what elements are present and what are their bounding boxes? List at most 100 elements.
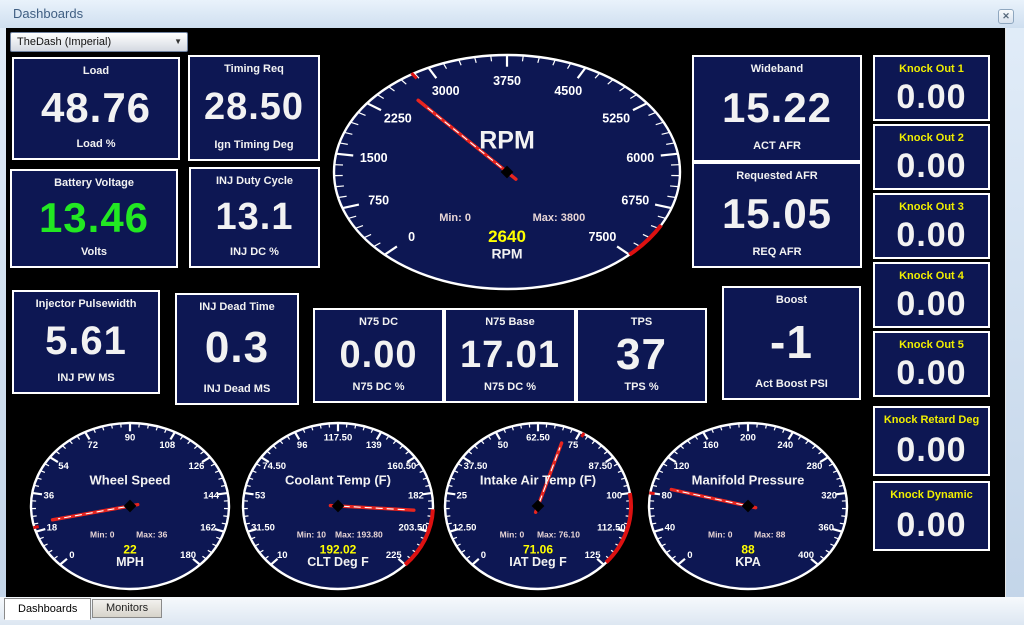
svg-text:6000: 6000 [626,151,654,165]
svg-text:53: 53 [255,491,266,502]
tile-title: Load [83,59,109,77]
tile-units: Volts [81,246,107,266]
tile-value: 0.00 [340,328,418,381]
tab-dashboards[interactable]: Dashboards [4,598,91,620]
tile-title: TPS [631,310,652,328]
tile-inj-duty-cycle: INJ Duty Cycle 13.1 INJ DC % [189,167,320,268]
manifold-pressure-gauge: 04080120160200240280320360400Manifold Pr… [646,420,850,592]
svg-text:Max: 36: Max: 36 [136,530,167,540]
svg-text:3000: 3000 [432,84,460,98]
svg-text:6750: 6750 [621,194,649,208]
tab-monitors[interactable]: Monitors [92,599,162,618]
rpm-gauge: 0750150022503000375045005250600067507500… [331,52,683,292]
svg-text:200: 200 [740,432,756,443]
svg-text:96: 96 [297,440,308,451]
svg-text:100: 100 [606,491,622,502]
svg-text:Manifold Pressure: Manifold Pressure [692,472,805,487]
svg-text:87.50: 87.50 [589,461,613,472]
tile-value: 15.22 [722,75,832,140]
tile-value: 48.76 [41,77,151,138]
svg-text:25: 25 [456,491,467,502]
svg-text:750: 750 [368,194,389,208]
svg-text:144: 144 [203,491,220,502]
close-icon: ✕ [1002,11,1010,21]
close-button[interactable]: ✕ [998,9,1014,24]
tile-title: Injector Pulsewidth [36,292,137,310]
svg-text:139: 139 [366,440,382,451]
svg-text:37.50: 37.50 [464,461,488,472]
svg-text:CLT Deg F: CLT Deg F [307,555,369,569]
svg-text:180: 180 [180,550,196,561]
tile-injector-pulsewidth: Injector Pulsewidth 5.61 INJ PW MS [12,290,160,394]
svg-text:31.50: 31.50 [251,523,275,534]
tile-units: Load % [76,138,115,158]
svg-text:125: 125 [585,550,602,561]
tile-knock-out-2: Knock Out 2 0.00 [873,124,990,190]
dashboard-selector[interactable]: TheDash (Imperial) ▼ [10,32,188,52]
tile-title: N75 Base [485,310,535,328]
svg-text:4500: 4500 [554,84,582,98]
svg-text:203.50: 203.50 [398,523,427,534]
chevron-down-icon: ▼ [174,33,182,51]
svg-text:240: 240 [777,440,793,451]
svg-text:75: 75 [568,440,579,451]
tile-inj-dead-time: INJ Dead Time 0.3 INJ Dead MS [175,293,299,405]
tile-value: 0.3 [205,313,269,383]
tile-title: Boost [776,288,807,306]
svg-text:Max: 88: Max: 88 [754,530,785,540]
tile-knock-out-5: Knock Out 5 0.00 [873,331,990,397]
tile-value: 0.00 [896,282,966,326]
tile-title: Knock Out 4 [899,264,964,282]
svg-text:2250: 2250 [384,112,412,126]
tile-knock-dynamic: Knock Dynamic 0.00 [873,481,990,551]
svg-text:160: 160 [703,440,719,451]
svg-text:50: 50 [498,440,509,451]
svg-text:12.50: 12.50 [453,523,477,534]
svg-text:40: 40 [665,523,676,534]
svg-text:2640: 2640 [488,227,526,246]
svg-text:72: 72 [87,440,98,451]
svg-text:RPM: RPM [479,127,535,155]
dashboard-window: Dashboards ✕ TheDash (Imperial) ▼ Load 4… [0,0,1024,625]
svg-text:Min: 0: Min: 0 [90,530,115,540]
tile-value: 17.01 [460,328,560,381]
tile-value: 28.50 [204,75,304,139]
tile-title: Wideband [751,57,803,75]
tile-value: 13.1 [216,187,294,246]
svg-text:400: 400 [798,550,814,561]
svg-text:KPA: KPA [735,555,760,569]
title-bar: Dashboards ✕ [0,0,1024,28]
tile-battery-voltage: Battery Voltage 13.46 Volts [10,169,178,268]
tile-requested-afr: Requested AFR 15.05 REQ AFR [692,162,862,268]
tile-title: Knock Out 5 [899,333,964,351]
tile-value: 0.00 [896,75,966,119]
tile-value: 0.00 [896,426,966,474]
svg-text:280: 280 [807,461,823,472]
tile-value: -1 [770,306,813,378]
svg-text:182: 182 [408,491,424,502]
tile-boost: Boost -1 Act Boost PSI [722,286,861,400]
tile-title: Knock Out 2 [899,126,964,144]
tile-knock-out-3: Knock Out 3 0.00 [873,193,990,259]
svg-text:Min: 10: Min: 10 [297,530,327,540]
tile-title: N75 DC [359,310,398,328]
tile-units: INJ DC % [230,246,279,266]
svg-text:Intake Air Temp (F): Intake Air Temp (F) [480,472,596,487]
svg-text:10: 10 [277,550,288,561]
tile-n75-dc: N75 DC 0.00 N75 DC % [313,308,444,403]
dashboard-selector-value: TheDash (Imperial) [17,36,111,48]
svg-text:IAT Deg F: IAT Deg F [509,555,567,569]
tile-value: 15.05 [722,182,832,246]
tile-value: 13.46 [39,189,149,246]
tile-knock-out-4: Knock Out 4 0.00 [873,262,990,328]
svg-text:0: 0 [481,550,486,561]
svg-text:Coolant Temp (F): Coolant Temp (F) [285,472,391,487]
tile-wideband: Wideband 15.22 ACT AFR [692,55,862,162]
svg-text:Min: 0: Min: 0 [708,530,733,540]
coolant-temp-gauge: 1031.505374.5096117.50139160.50182203.50… [240,420,436,592]
tile-n75-base: N75 Base 17.01 N75 DC % [444,308,576,403]
tile-units: Ign Timing Deg [214,139,293,159]
svg-text:126: 126 [189,461,205,472]
svg-text:18: 18 [47,523,58,534]
svg-text:320: 320 [821,491,837,502]
